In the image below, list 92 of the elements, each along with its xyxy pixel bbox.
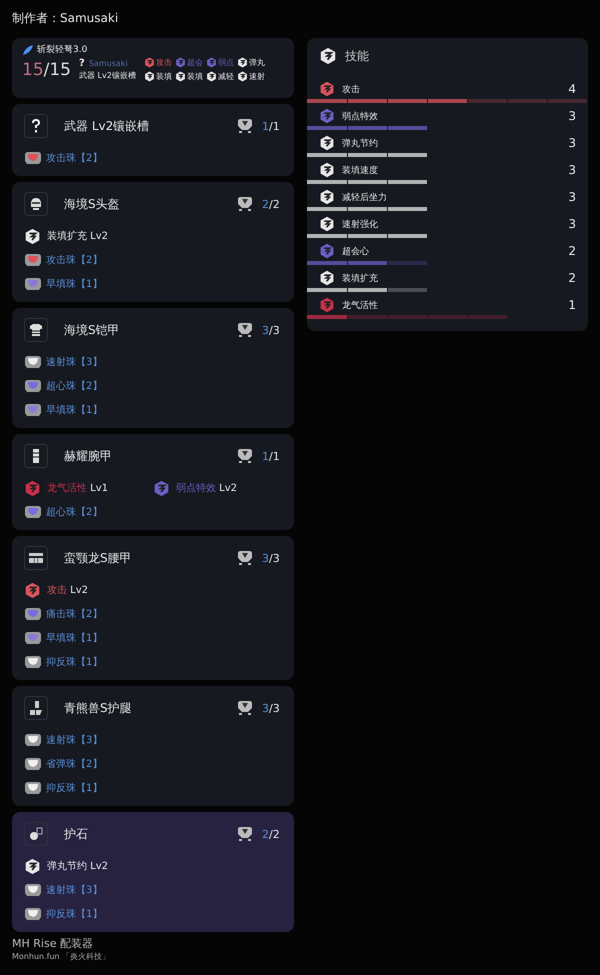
jewel-name: 省弹珠【2】	[46, 758, 102, 771]
equipment-name: 赫耀腕甲	[64, 448, 113, 464]
skill-tag: 减轻	[206, 71, 234, 82]
skill-level: 4	[568, 82, 576, 96]
skill-name: 装填速度	[342, 164, 379, 176]
slot-icon	[236, 700, 254, 716]
skill-label: 弱点特效 Lv2	[176, 482, 238, 495]
skill-level: 3	[568, 217, 576, 231]
equipment-card[interactable]: 护石 2/2 弹丸节约 Lv2 速射珠【3】 抑反珠【1】	[12, 812, 294, 932]
skill-tag: 速射	[236, 71, 265, 82]
armor-icon	[24, 546, 48, 570]
skill-tag: 弹丸	[236, 57, 265, 68]
jewel-name: 早填珠【1】	[46, 632, 102, 645]
jewel-name: 痛击珠【2】	[46, 608, 102, 621]
slot-count: 3/3	[262, 702, 281, 714]
jewel-name: 超心珠【2】	[46, 380, 102, 393]
skill-name: 攻击	[342, 84, 361, 96]
skill-level: 3	[568, 109, 576, 123]
equipment-name: 青熊兽S护腿	[64, 700, 133, 716]
skill-name: 减轻后坐力	[342, 192, 388, 204]
slot-count: 3/3	[262, 324, 281, 336]
skill-level: 2	[568, 244, 576, 258]
equipment-card[interactable]: 蛮颚龙S腰甲 3/3 攻击 Lv2 痛击珠【2】 早填珠【1】 抑反珠【1】	[12, 536, 294, 680]
skill-name: 龙气活性	[342, 300, 379, 312]
armor-icon	[24, 822, 48, 846]
skill-label: 龙气活性 Lv1	[47, 482, 108, 495]
slot-icon	[236, 196, 254, 212]
slot-count: 15/15	[22, 60, 71, 80]
slot-icon	[236, 322, 254, 338]
skill-icon	[319, 47, 337, 65]
skill-name: 速射强化	[342, 218, 379, 230]
weapon-name: 斩裂轻弩3.0	[37, 44, 88, 56]
jewel-name: 速射珠【3】	[46, 356, 102, 369]
jewel-name: 早填珠【1】	[46, 278, 102, 291]
jewel-name: 抑反珠【1】	[46, 656, 102, 669]
skill-label: 攻击 Lv2	[47, 584, 88, 597]
skill-name: 弹丸节约	[342, 138, 379, 150]
skill-label: 弹丸节约 Lv2	[47, 860, 108, 873]
jewel-name: 抑反珠【1】	[46, 908, 102, 921]
armor-icon	[24, 318, 48, 342]
feather-icon	[22, 44, 34, 56]
jewel-name: 抑反珠【1】	[46, 782, 102, 795]
skill-tag: 装填	[174, 71, 203, 82]
armor-icon	[24, 114, 48, 138]
skill-level: 1	[568, 298, 576, 312]
jewel-name: 攻击珠【2】	[46, 152, 102, 165]
equipment-name: 海境S铠甲	[64, 322, 121, 338]
equipment-card[interactable]: 赫耀腕甲 1/1 龙气活性 Lv1 弱点特效 Lv2 超心珠【2】	[12, 434, 294, 530]
equipment-card[interactable]: 武器 Lv2镶嵌槽 1/1 攻击珠【2】	[12, 104, 294, 176]
skill-level: 3	[568, 136, 576, 150]
equipment-card[interactable]: 海境S头盔 2/2 装填扩充 Lv2 攻击珠【2】 早填珠【1】	[12, 182, 294, 302]
equipment-name: 武器 Lv2镶嵌槽	[64, 118, 150, 134]
skill-name: 装填扩充	[342, 272, 379, 284]
question-icon: ?	[79, 58, 85, 69]
equipment-name: 海境S头盔	[64, 196, 121, 212]
armor-icon	[24, 696, 48, 720]
slot-count: 2/2	[262, 198, 281, 210]
slot-count: 1/1	[262, 120, 281, 132]
equipment-name: 护石	[64, 826, 89, 842]
skill-tag: 攻击	[144, 57, 172, 68]
weapon-slot: 武器 Lv2镶嵌槽	[79, 70, 136, 81]
slot-icon	[236, 826, 254, 842]
slot-count: 3/3	[262, 552, 281, 564]
skill-name: 超会心	[342, 246, 370, 258]
skill-name: 弱点特效	[342, 110, 379, 122]
slot-icon	[236, 550, 254, 566]
skill-tag: 弱点	[206, 57, 234, 68]
jewel-name: 速射珠【3】	[46, 884, 102, 897]
equipment-card[interactable]: 海境S铠甲 3/3 速射珠【3】 超心珠【2】 早填珠【1】	[12, 308, 294, 428]
skill-level: 3	[568, 163, 576, 177]
app-title: MH Rise 配装器	[12, 936, 94, 951]
site-credit: Monhun.fun 「炎火科技」	[12, 951, 112, 962]
skill-label: 装填扩充 Lv2	[47, 230, 108, 243]
armor-icon	[24, 192, 48, 216]
skill-tag: 装填	[144, 71, 172, 82]
builder-name: Samusaki	[88, 59, 128, 68]
author-label: 制作者：Samusaki	[12, 10, 120, 27]
panel-title: 技能	[345, 48, 369, 64]
slot-icon	[236, 118, 254, 134]
skill-level: 3	[568, 190, 576, 204]
jewel-name: 超心珠【2】	[46, 506, 102, 519]
jewel-name: 速射珠【3】	[46, 734, 102, 747]
jewel-name: 早填珠【1】	[46, 404, 102, 417]
skill-tag: 超会	[174, 57, 203, 68]
equipment-card[interactable]: 青熊兽S护腿 3/3 速射珠【3】 省弹珠【2】 抑反珠【1】	[12, 686, 294, 806]
slot-count: 2/2	[262, 828, 281, 840]
jewel-name: 攻击珠【2】	[46, 254, 102, 267]
slot-icon	[236, 448, 254, 464]
slot-count: 1/1	[262, 450, 281, 462]
skill-level: 2	[568, 271, 576, 285]
armor-icon	[24, 444, 48, 468]
equipment-name: 蛮颚龙S腰甲	[64, 550, 133, 566]
